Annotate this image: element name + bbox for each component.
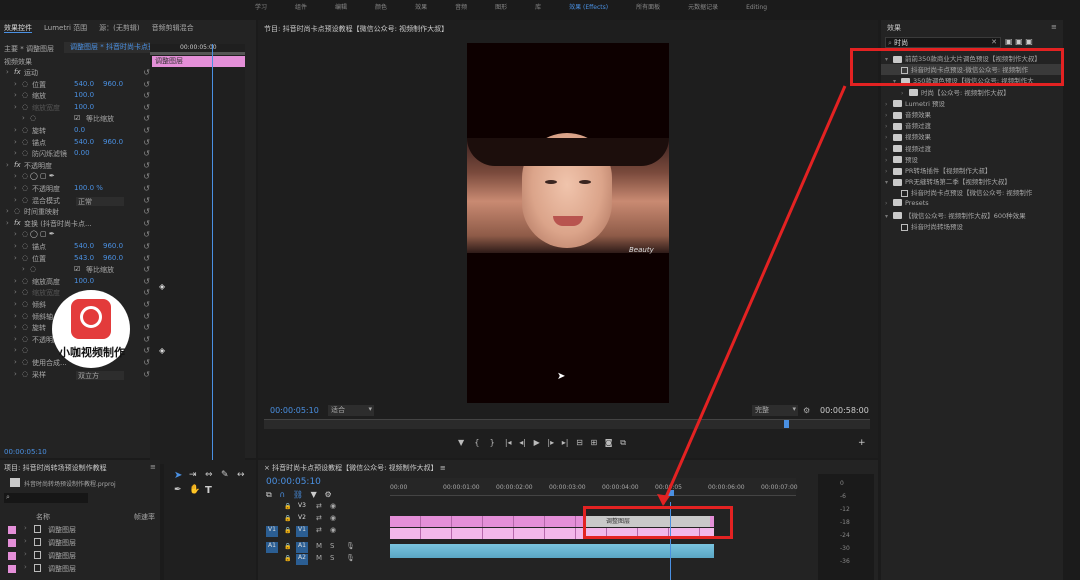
drag-arrow bbox=[657, 85, 847, 506]
